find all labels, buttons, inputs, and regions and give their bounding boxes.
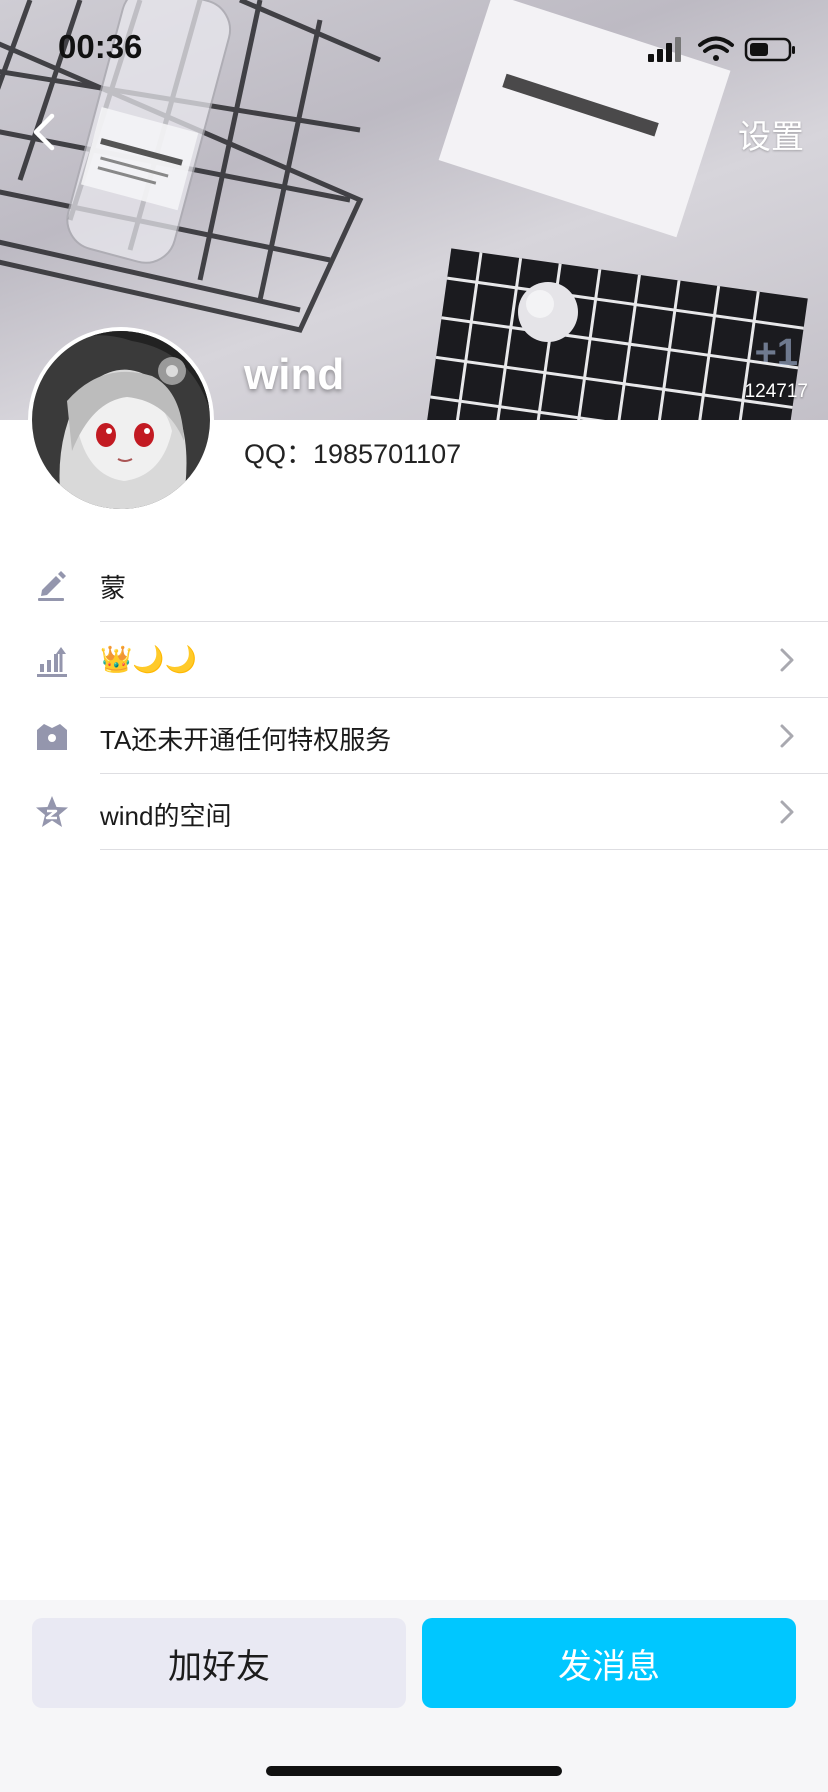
signal-icon (648, 37, 681, 62)
level-badges: 👑🌙🌙 (100, 644, 198, 674)
qzone-row[interactable]: wind的空间 (0, 774, 828, 850)
status-time: 00:36 (58, 28, 143, 65)
vip-service-row[interactable]: TA还未开通任何特权服务 (0, 698, 828, 774)
battery-icon (744, 37, 795, 62)
profile-page: 00:36 设置 +1 124717 wind QQ：1985701107 蒙 … (0, 0, 828, 1792)
chevron-right-icon (780, 724, 794, 748)
wifi-icon (698, 36, 734, 61)
vip-crown-icon (37, 724, 67, 750)
back-button[interactable] (22, 104, 72, 160)
settings-button[interactable]: 设置 (738, 110, 804, 158)
avatar[interactable] (28, 327, 214, 513)
home-indicator[interactable] (266, 1766, 562, 1776)
like-plus-badge: +1 (754, 332, 798, 374)
divider (100, 849, 828, 850)
avatar-image (32, 331, 210, 509)
info-list: 蒙 👑🌙🌙 TA还未开通任何特权服务 wind的空间 (0, 546, 828, 850)
pencil-icon (38, 571, 66, 601)
level-up-icon (37, 647, 67, 677)
chevron-right-icon (780, 648, 794, 672)
status-icons (648, 36, 795, 62)
qzone-text: wind的空间 (100, 801, 232, 831)
add-friend-button[interactable]: 加好友 (32, 1618, 406, 1708)
chevron-right-icon (780, 800, 794, 824)
level-row[interactable]: 👑🌙🌙 (0, 622, 828, 698)
qzone-star-icon (36, 796, 68, 827)
like-count[interactable]: 124717 (745, 381, 808, 403)
vip-service-text: TA还未开通任何特权服务 (100, 725, 392, 755)
send-message-button[interactable]: 发消息 (422, 1618, 796, 1708)
nickname: wind (244, 350, 345, 399)
qq-number[interactable]: QQ：1985701107 (244, 432, 461, 471)
signature-row: 蒙 (0, 546, 828, 622)
bottom-action-bar: 加好友 发消息 (0, 1600, 828, 1792)
chevron-left-icon (33, 113, 55, 151)
signature-text: 蒙 (100, 573, 127, 603)
